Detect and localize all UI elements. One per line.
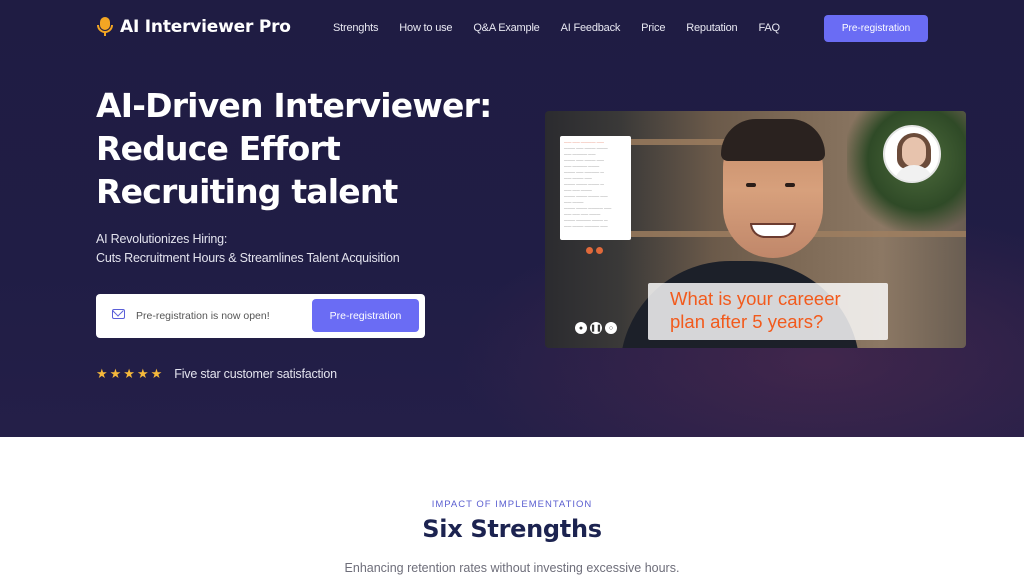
interviewer-avatar xyxy=(883,125,941,183)
hero-section: AI Interviewer Pro Strenghts How to use … xyxy=(0,0,1024,437)
hero-headline: AI-Driven Interviewer: Reduce Effort Rec… xyxy=(96,84,516,213)
logo[interactable]: AI Interviewer Pro xyxy=(96,16,291,38)
question-line: —— ——— ———— —— xyxy=(564,224,608,228)
mail-icon xyxy=(112,309,125,319)
settings-icon[interactable]: ○ xyxy=(605,322,617,334)
brand-name: AI Interviewer Pro xyxy=(120,17,291,37)
signup-form: Pre-registration xyxy=(96,294,425,338)
indicator-dot xyxy=(586,247,593,254)
video-controls: ● ❚❚ ○ xyxy=(575,322,617,334)
question-list-panel: —— —— ———— —— ——— —— ——— ——— —— ———— —— … xyxy=(560,136,631,240)
five-stars-icon: ★★★★★ xyxy=(96,366,165,381)
nav-item-ai-feedback[interactable]: AI Feedback xyxy=(561,22,621,34)
record-icon[interactable]: ● xyxy=(575,322,587,334)
main-nav: Strenghts How to use Q&A Example AI Feed… xyxy=(333,22,801,34)
eye xyxy=(785,183,795,187)
indicator-dot xyxy=(596,247,603,254)
nav-item-faq[interactable]: FAQ xyxy=(758,22,780,34)
nav-item-how-to-use[interactable]: How to use xyxy=(399,22,452,34)
eye xyxy=(746,183,756,187)
headline-line: Recruiting talent xyxy=(96,172,398,211)
signup-pre-registration-button[interactable]: Pre-registration xyxy=(312,299,419,332)
nav-item-reputation[interactable]: Reputation xyxy=(686,22,737,34)
headline-line: AI-Driven Interviewer: xyxy=(96,86,492,125)
avatar-face xyxy=(902,137,926,167)
nav-pre-registration-button[interactable]: Pre-registration xyxy=(824,15,928,42)
nav-item-strenghts[interactable]: Strenghts xyxy=(333,22,378,34)
pause-icon[interactable]: ❚❚ xyxy=(590,322,602,334)
subheading-line: Cuts Recruitment Hours & Streamlines Tal… xyxy=(96,251,400,265)
candidate-hair xyxy=(721,119,825,161)
avatar-body xyxy=(894,165,934,181)
section-title: Six Strengths xyxy=(422,515,602,543)
caption-line: What is your careeer xyxy=(670,288,841,309)
nav-item-qa-example[interactable]: Q&A Example xyxy=(473,22,539,34)
section-subtitle: Enhancing retention rates without invest… xyxy=(344,561,680,575)
section-eyebrow: IMPACT OF IMPLEMENTATION xyxy=(431,499,593,510)
question-caption: What is your careeer plan after 5 years? xyxy=(648,283,888,340)
caption-line: plan after 5 years? xyxy=(670,311,824,332)
nav-item-price[interactable]: Price xyxy=(641,22,665,34)
rating: ★★★★★ Five star customer satisfaction xyxy=(96,366,337,382)
headline-line: Reduce Effort xyxy=(96,129,341,168)
interview-video-preview[interactable]: —— —— ———— —— ——— —— ——— ——— —— ———— —— … xyxy=(545,111,966,348)
rating-text: Five star customer satisfaction xyxy=(174,367,337,381)
microphone-logo-icon xyxy=(96,16,114,38)
hero-subheading: AI Revolutionizes Hiring: Cuts Recruitme… xyxy=(96,230,400,268)
panel-indicators xyxy=(586,247,603,254)
email-input[interactable] xyxy=(136,306,306,326)
subheading-line: AI Revolutionizes Hiring: xyxy=(96,232,228,246)
